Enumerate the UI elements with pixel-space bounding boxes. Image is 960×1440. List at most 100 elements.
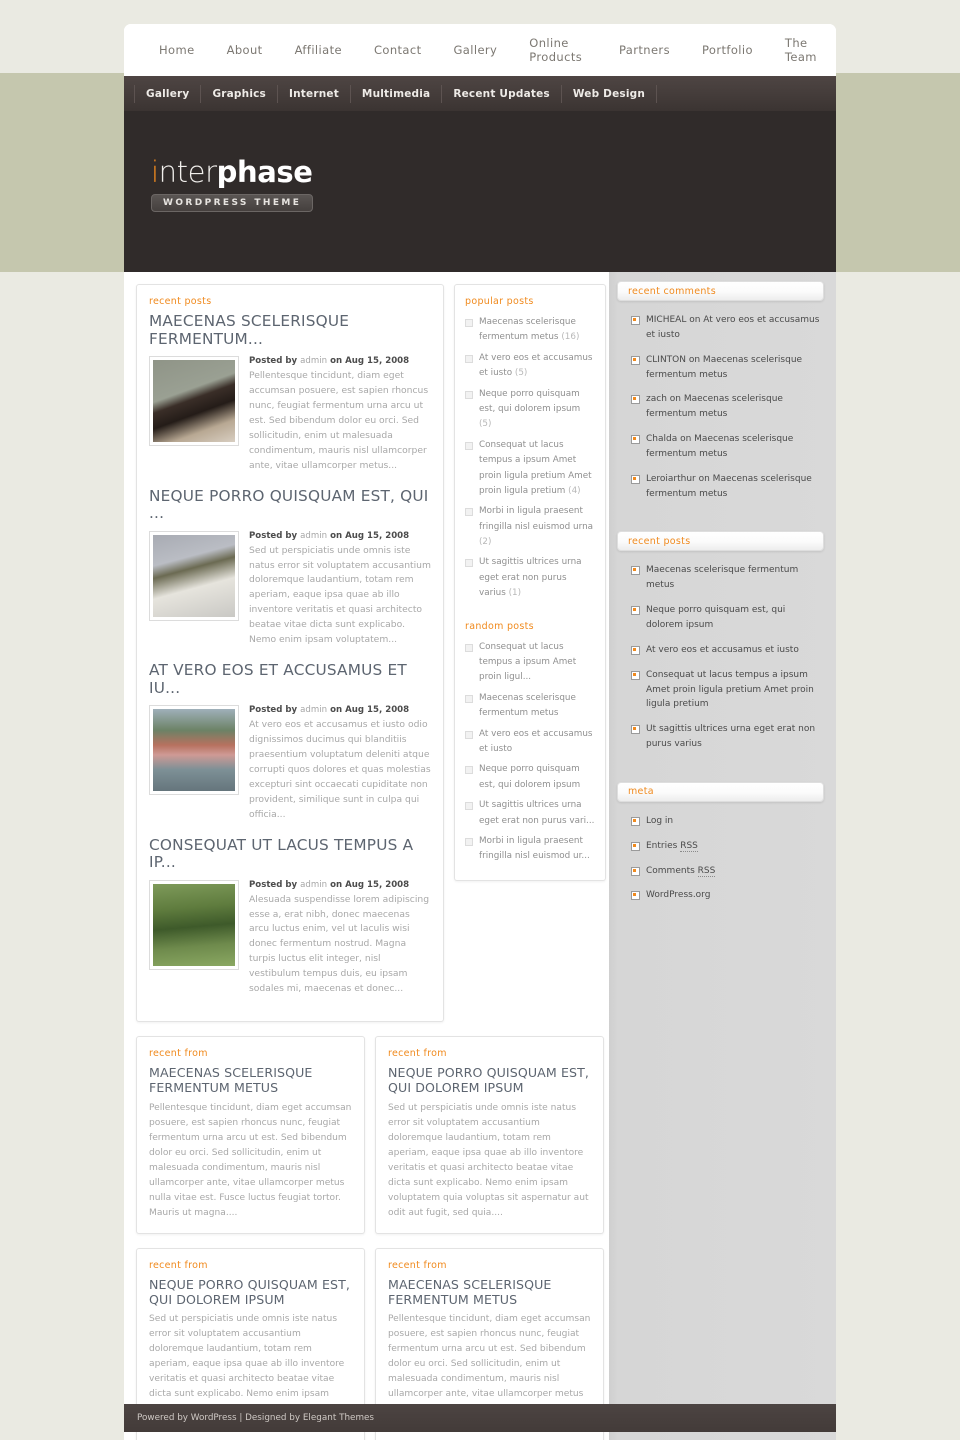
article-title[interactable]: NEQUE PORRO QUISQUAM EST, QUI ... [149,487,431,523]
nav-item-the-team[interactable]: The Team [769,36,836,64]
list-item-count: (1) [508,588,522,599]
random-posts-list[interactable]: Consequat ut lacus tempus a ipsum Amet p… [465,640,595,865]
nav-item-affiliate[interactable]: Affiliate [279,43,358,57]
site-logo[interactable]: interphase WORDPRESS THEME [151,158,314,212]
list-item[interactable]: Consequat ut lacus tempus a ipsum Amet p… [465,640,595,686]
subnav-item-multimedia[interactable]: Multimedia [351,84,443,103]
list-item-label: Neque porro quisquam est, qui dolorem ip… [479,764,581,790]
sidebar-widget-header: meta [617,781,824,802]
sidebar-widget-list[interactable]: Log in Entries RSS Comments RSS WordPress.o… [631,814,822,903]
article: NEQUE PORRO QUISQUAM EST, QUI ... Posted … [149,487,431,649]
list-item[interactable]: At vero eos et accusamus et iusto [465,727,595,758]
sidebar-list-item[interactable]: zach on Maecenas scelerisque fermentum m… [631,392,822,422]
nav-item-contact[interactable]: Contact [358,43,438,57]
subnav-item-graphics[interactable]: Graphics [201,84,278,103]
list-item[interactable]: Neque porro quisquam est, qui dolorem ip… [465,387,595,433]
article-author[interactable]: admin [300,705,327,715]
recent-posts-label: recent posts [149,296,212,307]
sidebar-list-item[interactable]: Chalda on Maecenas scelerisque fermentum… [631,432,822,462]
list-item[interactable]: Morbi in ligula praesent fringilla nisl … [465,834,595,865]
subnav-item-internet[interactable]: Internet [278,84,351,103]
nav-item-gallery[interactable]: Gallery [438,43,514,57]
sidebar-list-item[interactable]: Neque porro quisquam est, qui dolorem ip… [631,603,822,633]
footer-wordpress-link[interactable]: WordPress [191,1413,237,1423]
logo-wordmark: interphase [151,158,313,187]
sidebar-widget-title: meta [628,786,654,798]
sidebar-list-item[interactable]: WordPress.org [631,888,822,903]
list-item[interactable]: Consequat ut lacus tempus a ipsum Amet p… [465,438,595,500]
article: MAECENAS SCELERISQUE FERMENTUM... Posted … [149,312,431,474]
sidebar-list-item[interactable]: Comments RSS [631,864,822,879]
subnav-item-gallery[interactable]: Gallery [134,84,202,103]
article-title[interactable]: AT VERO EOS ET ACCUSAMUS ET IU... [149,661,431,697]
article-thumbnail[interactable] [149,705,239,796]
list-item[interactable]: Ut sagittis ultrices urna eget erat non … [465,798,595,829]
content-column: recent posts MAECENAS SCELERISQUE FERMEN… [124,272,609,1440]
recent-from-panel: recent from MAECENAS SCELERISQUE FERMENTU… [136,1036,365,1234]
subnav-item-recent-updates[interactable]: Recent Updates [442,84,562,103]
list-item[interactable]: Maecenas scelerisque fermentum metus [465,691,595,722]
list-item-label: Ut sagittis ultrices urna eget erat non … [479,800,595,826]
sidebar-widget-list[interactable]: MICHEAL on At vero eos et accusamus et i… [631,313,822,501]
sidebar-widget-body: Log in Entries RSS Comments RSS WordPress.o… [609,802,836,917]
recent-from-panel: recent from NEQUE PORRO QUISQUAM EST, QUI… [375,1036,604,1234]
logo-letter-i: i [151,155,159,189]
sidebar-list-item[interactable]: Consequat ut lacus tempus a ipsum Amet p… [631,668,822,713]
list-item[interactable]: Neque porro quisquam est, qui dolorem ip… [465,762,595,793]
nav-item-online-products[interactable]: Online Products [513,36,603,64]
article-meta: Posted by admin on Aug 15, 2008 [249,705,410,716]
subnav-item-web-design[interactable]: Web Design [562,84,658,103]
sidebar-list-item[interactable]: CLINTON on Maecenas scelerisque fermentu… [631,353,822,383]
sidebar-widget-title: recent comments [628,285,716,297]
article-thumbnail[interactable] [149,356,239,447]
sidebar-widget-body: Maecenas scelerisque fermentum metus Nequ… [609,551,836,765]
sidebar-list-item[interactable]: Log in [631,814,822,829]
sidebar-widget: meta Log in Entries RSS Comments RSS WordPre… [609,781,836,917]
article-thumbnail[interactable] [149,530,239,621]
sidebar-list-item[interactable]: Entries RSS [631,839,822,854]
article-author[interactable]: admin [300,531,327,541]
sidebar-list-item[interactable]: Leroiarthur on Maecenas scelerisque ferm… [631,472,822,502]
sidebar-list-item[interactable]: Maecenas scelerisque fermentum metus [631,563,822,593]
article-thumbnail-image [153,883,235,966]
nav-item-portfolio[interactable]: Portfolio [686,43,769,57]
list-item[interactable]: Morbi in ligula praesent fringilla nisl … [465,504,595,550]
sidebar-list-item[interactable]: At vero eos et accusamus et iusto [631,643,822,658]
sidebar-widget-list[interactable]: Maecenas scelerisque fermentum metus Nequ… [631,563,822,751]
list-item-label: Morbi in ligula praesent fringilla nisl … [479,835,590,862]
article-thumbnail[interactable] [149,879,239,970]
page-root: Home About Affiliate Contact Gallery Online P… [0,0,960,1440]
recent-from-title[interactable]: NEQUE PORRO QUISQUAM EST, QUI DOLOREM IP… [149,1277,352,1308]
list-item-label: Consequat ut lacus tempus a ipsum Amet p… [479,641,577,683]
nav-item-home[interactable]: Home [143,43,211,57]
footer-text-before: Powered by [137,1413,191,1423]
recent-from-label: recent from [388,1048,447,1059]
recent-from-title[interactable]: NEQUE PORRO QUISQUAM EST, QUI DOLOREM IP… [388,1065,591,1096]
footer-elegantthemes-link[interactable]: Elegant Themes [303,1413,374,1423]
article-title[interactable]: MAECENAS SCELERISQUE FERMENTUM... [149,312,431,348]
sidebar-list-item[interactable]: MICHEAL on At vero eos et accusamus et i… [631,313,822,343]
sidebar-list-item[interactable]: Ut sagittis ultrices urna eget erat non … [631,722,822,752]
nav-item-partners[interactable]: Partners [603,43,686,57]
article-meta: Posted by admin on Aug 15, 2008 [249,356,410,367]
list-item[interactable]: At vero eos et accusamus et iusto (5) [465,351,595,382]
article-author[interactable]: admin [300,356,327,366]
recent-from-label: recent from [149,1048,208,1059]
primary-navigation[interactable]: Home About Affiliate Contact Gallery Online P… [124,24,836,76]
popular-posts-list[interactable]: Maecenas scelerisque fermentum metus (16… [465,315,595,602]
article-author[interactable]: admin [300,880,327,890]
recent-from-text: Sed ut perspiciatis unde omnis iste natu… [388,1102,589,1218]
article-title[interactable]: CONSEQUAT UT LACUS TEMPUS A IP... [149,836,431,872]
article: CONSEQUAT UT LACUS TEMPUS A IP... Posted … [149,836,431,998]
top-region: recent posts MAECENAS SCELERISQUE FERMEN… [124,272,609,1022]
article-excerpt: Pellentesque tincidunt, diam eget accums… [249,370,429,471]
site-body: recent posts MAECENAS SCELERISQUE FERMEN… [124,272,836,1440]
list-item[interactable]: Maecenas scelerisque fermentum metus (16… [465,315,595,346]
nav-item-about[interactable]: About [211,43,279,57]
secondary-navigation[interactable]: Gallery Graphics Internet Multimedia Recent … [124,76,836,111]
list-item[interactable]: Ut sagittis ultrices urna eget erat non … [465,555,595,601]
sidebar-widget-body: MICHEAL on At vero eos et accusamus et i… [609,301,836,515]
popular-random-panel: popular posts Maecenas scelerisque ferme… [454,284,606,881]
recent-from-title[interactable]: MAECENAS SCELERISQUE FERMENTUM METUS [388,1277,591,1308]
recent-from-title[interactable]: MAECENAS SCELERISQUE FERMENTUM METUS [149,1065,352,1096]
